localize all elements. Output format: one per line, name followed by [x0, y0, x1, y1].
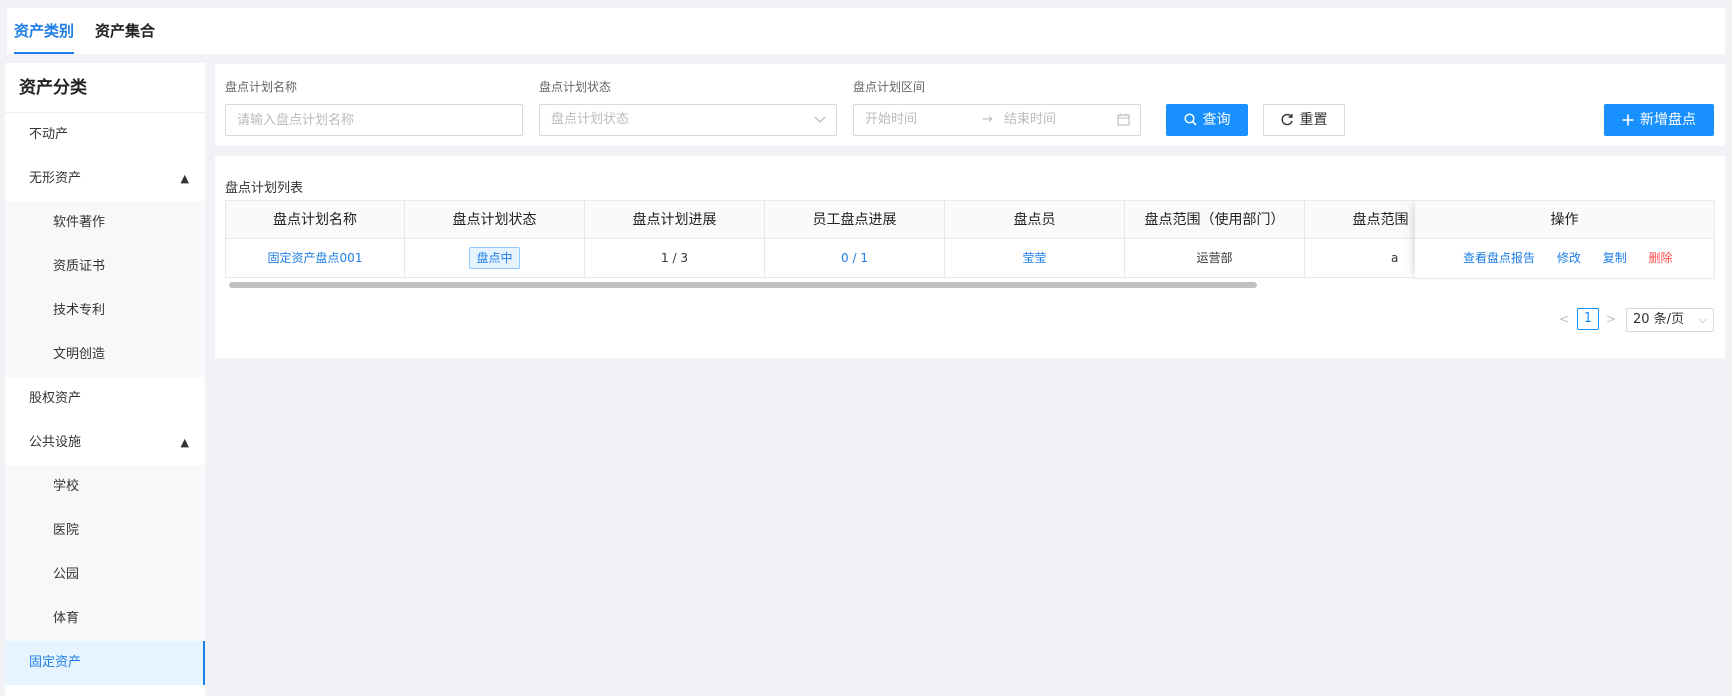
sidebar-title: 资产分类 [5, 63, 205, 113]
checker-cell: 莹莹 [945, 239, 1125, 277]
plan-name-link[interactable]: 固定资产盘点001 [268, 251, 363, 265]
plus-icon [1622, 114, 1634, 126]
chevron-up-icon[interactable]: ▲ [181, 157, 189, 201]
sidebar-item-label: 无形资产 [29, 171, 82, 186]
page-size-value: 20 条/页 [1633, 312, 1685, 327]
delete-link[interactable]: 删除 [1649, 251, 1673, 265]
sidebar-item-sports[interactable]: 体育 [5, 597, 205, 641]
next-page-icon[interactable]: > [1601, 308, 1621, 330]
sidebar-item-software-copyright[interactable]: 软件著作 [5, 201, 205, 245]
horizontal-scrollbar[interactable] [229, 282, 1257, 288]
sidebar-item-label: 股权资产 [29, 391, 82, 406]
scope-dept-cell: 运营部 [1125, 239, 1305, 277]
tab-asset-collection[interactable]: 资产集合 [95, 8, 155, 54]
add-inventory-button[interactable]: 新增盘点 [1604, 104, 1714, 136]
table-header-row: 盘点计划名称 盘点计划状态 盘点计划进展 员工盘点进展 盘点员 盘点范围（使用部… [225, 200, 1485, 239]
sidebar-item-label: 资质证书 [53, 259, 106, 274]
table-row: 固定资产盘点001 盘点中 1 / 3 0 / 1 莹莹 运营部 a [225, 239, 1485, 278]
reload-icon [1281, 113, 1293, 126]
prev-page-icon[interactable]: < [1554, 308, 1574, 330]
plan-name-field [225, 104, 523, 136]
chevron-up-icon[interactable]: ▲ [181, 421, 189, 465]
checker-link[interactable]: 莹莹 [1022, 251, 1046, 265]
sidebar-item-label: 文明创造 [53, 347, 106, 362]
sidebar-item-fixed-assets[interactable]: 固定资产 [5, 641, 205, 685]
actions-column: 操作 查看盘点报告 修改 复制 删除 [1415, 200, 1715, 279]
sidebar-item-public-facilities[interactable]: 公共设施 ▲ [5, 421, 205, 465]
column-header-actions: 操作 [1415, 200, 1715, 239]
add-inventory-button-label: 新增盘点 [1640, 112, 1696, 128]
plan-status-cell: 盘点中 [405, 239, 585, 277]
sidebar-item-intangible-assets[interactable]: 无形资产 ▲ [5, 157, 205, 201]
search-button[interactable]: 查询 [1166, 104, 1248, 136]
copy-link[interactable]: 复制 [1603, 251, 1627, 265]
sidebar-item-school[interactable]: 学校 [5, 465, 205, 509]
staff-progress-link[interactable]: 0 / 1 [841, 251, 868, 265]
column-header-plan-progress: 盘点计划进展 [585, 201, 765, 238]
plan-name-cell: 固定资产盘点001 [225, 239, 405, 277]
column-header-plan-name: 盘点计划名称 [225, 201, 405, 238]
sidebar-item-civilization-creation[interactable]: 文明创造 [5, 333, 205, 377]
plan-table: 盘点计划名称 盘点计划状态 盘点计划进展 员工盘点进展 盘点员 盘点范围（使用部… [225, 200, 1715, 280]
asset-category-sidebar: 资产分类 不动产 无形资产 ▲ 软件著作 资质证书 技术专利 文明创造 股权资产 … [5, 63, 205, 696]
column-header-plan-status: 盘点计划状态 [405, 201, 585, 238]
status-badge: 盘点中 [469, 246, 520, 269]
plan-name-label: 盘点计划名称 [225, 80, 298, 94]
plan-range-picker[interactable]: 开始时间 → 结束时间 [853, 104, 1141, 136]
row-actions: 查看盘点报告 修改 复制 删除 [1415, 239, 1715, 279]
sidebar-item-label: 公园 [53, 567, 80, 582]
page-size-select[interactable]: 20 条/页 ⌵ [1626, 308, 1714, 332]
sidebar-item-label: 技术专利 [53, 303, 106, 318]
view-report-link[interactable]: 查看盘点报告 [1463, 251, 1535, 265]
plan-list-panel: 盘点计划列表 盘点计划名称 盘点计划状态 盘点计划进展 员工盘点进展 盘点员 盘… [215, 156, 1725, 358]
start-time-input[interactable]: 开始时间 [865, 105, 917, 135]
plan-status-select[interactable]: 盘点计划状态 [539, 104, 837, 136]
plan-name-input[interactable] [226, 105, 522, 135]
top-tab-bar: 资产类别 资产集合 [7, 8, 1725, 54]
end-time-input[interactable]: 结束时间 [1004, 105, 1056, 135]
column-header-staff-progress: 员工盘点进展 [765, 201, 945, 238]
sidebar-item-label: 固定资产 [29, 655, 82, 670]
arrow-right-icon: → [982, 112, 993, 127]
chevron-down-icon [814, 105, 826, 147]
list-title: 盘点计划列表 [225, 181, 304, 196]
sidebar-item-equity-assets[interactable]: 股权资产 [5, 377, 205, 421]
sidebar-item-label: 不动产 [29, 127, 69, 142]
filter-panel: 盘点计划名称 盘点计划状态 盘点计划状态 盘点计划区间 开始时间 → 结束时间 … [215, 64, 1725, 146]
sidebar-item-label: 医院 [53, 523, 80, 538]
column-header-checker: 盘点员 [945, 201, 1125, 238]
search-button-label: 查询 [1202, 112, 1231, 128]
plan-range-label: 盘点计划区间 [853, 80, 926, 94]
plan-progress-cell: 1 / 3 [585, 239, 765, 277]
sidebar-item-qualification-certificate[interactable]: 资质证书 [5, 245, 205, 289]
calendar-icon [1117, 105, 1130, 147]
sidebar-item-label: 体育 [53, 611, 80, 626]
page-number-button[interactable]: 1 [1577, 308, 1599, 330]
column-header-scope-dept: 盘点范围（使用部门） [1125, 201, 1305, 238]
reset-button[interactable]: 重置 [1263, 104, 1345, 136]
chevron-down-icon: ⌵ [1698, 313, 1707, 326]
sidebar-item-label: 公共设施 [29, 435, 82, 450]
sidebar-item-technical-patent[interactable]: 技术专利 [5, 289, 205, 333]
sidebar-item-hospital[interactable]: 医院 [5, 509, 205, 553]
search-icon [1183, 113, 1197, 126]
edit-link[interactable]: 修改 [1557, 251, 1581, 265]
staff-progress-cell: 0 / 1 [765, 239, 945, 277]
plan-status-label: 盘点计划状态 [539, 80, 612, 94]
sidebar-item-park[interactable]: 公园 [5, 553, 205, 597]
sidebar-item-label: 学校 [53, 479, 80, 494]
reset-button-label: 重置 [1299, 112, 1328, 128]
plan-status-placeholder: 盘点计划状态 [551, 112, 630, 127]
tab-asset-category[interactable]: 资产类别 [14, 8, 75, 54]
sidebar-item-real-estate[interactable]: 不动产 [5, 113, 205, 157]
sidebar-item-label: 软件著作 [53, 215, 106, 230]
